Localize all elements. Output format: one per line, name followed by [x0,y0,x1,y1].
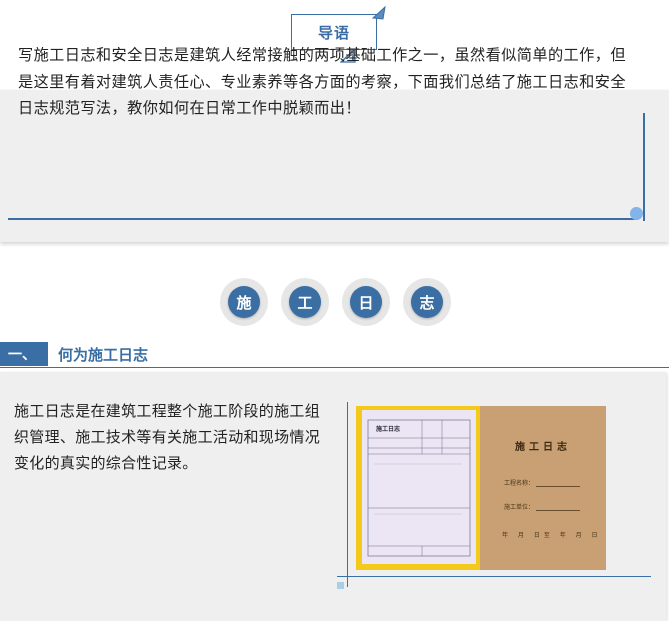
log-cover: 施工日志 工程名称： 施工单位： 年 月 日至 年 月 日 [480,406,606,570]
log-cover-field: 工程名称： [504,478,581,487]
section-body: 施工日志是在建筑工程整个施工阶段的施工组织管理、施工技术等有关施工活动和现场情况… [14,402,321,472]
log-sheet-form [367,419,471,557]
intro-label: 导语 [317,23,350,42]
log-sheet: 施工日志 [362,410,476,564]
title-circle: 日 [342,278,390,326]
log-sheet-heading: 施工日志 [376,426,401,433]
intro-divider [8,218,638,220]
title-circle: 施 [220,278,268,326]
square-dot-icon [337,582,344,589]
cover-field-label: 施工单位： [504,504,535,511]
intro-divider-vertical [643,113,645,221]
intro-text: 写施工日志和安全日志是建筑人经常接触的两项基础工作之一，虽然看似简单的工作，但是… [18,46,626,117]
title-circle: 志 [403,278,451,326]
image-frame-line [337,576,651,577]
section-title: 何为施工日志 [58,345,149,364]
corner-triangle-icon [372,6,386,20]
dot-icon [630,207,643,220]
construction-log-photo: 施工日志 施工日志 工程名称： 施工单位： 年 月 日至 年 月 日 [356,406,606,570]
cover-field-label: 工程名称： [504,480,535,487]
log-cover-date: 年 月 日至 年 月 日 [502,532,602,539]
title-circle-char: 志 [411,286,443,318]
section-divider [0,367,669,368]
title-circle-char: 日 [350,286,382,318]
log-cover-field: 施工单位： [504,502,581,511]
title-circle-char: 施 [228,286,260,318]
log-cover-title: 施工日志 [515,442,571,453]
section-number: 一、 [0,342,48,366]
title-circle-char: 工 [289,286,321,318]
title-circle: 工 [281,278,329,326]
image-frame-line [347,402,348,587]
